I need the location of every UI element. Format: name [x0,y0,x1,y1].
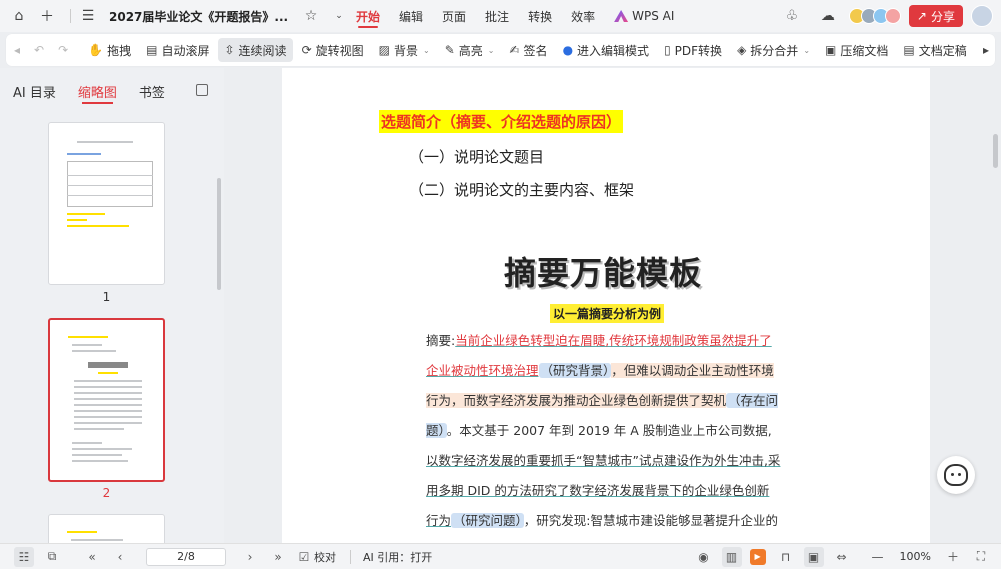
undo-icon[interactable]: ↶ [34,43,44,57]
cloud-icon[interactable]: ☁ [817,5,839,27]
pdf-convert-button[interactable]: ▯ PDF转换 [658,38,728,62]
actual-size-icon[interactable]: ▣ [803,546,824,567]
eye-icon[interactable]: ◉ [694,547,714,567]
first-page-icon[interactable]: « [82,547,102,567]
more-tools-button[interactable]: ▸ [981,38,991,62]
zoom-in-icon[interactable]: ＋ [943,547,963,567]
background-icon: ▨ [378,43,390,57]
ai-reference-toggle[interactable]: AI 引用：打开 [363,549,432,565]
share-button[interactable]: ↗ 分享 [908,5,963,27]
chevron-down-icon[interactable]: ⌄ [328,5,350,27]
edit-mode-icon: ● [562,43,574,57]
main-menu: 开始 编辑 页面 批注 转换 效率 WPS AI [356,0,693,32]
page-thumbnail-1[interactable] [48,122,165,285]
last-page-icon[interactable]: » [268,547,288,567]
tab-ai-toc[interactable]: AI 目录 [13,68,56,114]
rotate-icon: ⟳ [301,43,312,57]
split-merge-button[interactable]: ◈ 拆分合并 ⌄ [731,38,816,62]
abstract-paragraph: 摘要:当前企业绿色转型迫在眉睫,传统环境规制政策虽然提升了企业被动性环境治理 （研… [426,333,781,528]
page-number-input[interactable] [146,547,226,566]
star-icon[interactable]: ☆ [300,5,322,27]
tab-thumbnails[interactable]: 缩略图 [78,68,117,114]
auto-scroll-button[interactable]: ▤ 自动滚屏 [140,38,215,62]
compress-button[interactable]: ▣ 压缩文档 [819,38,894,62]
fullscreen-icon[interactable]: ⛶ [971,547,991,567]
share-icon: ↗ [916,9,927,23]
wps-ai-logo-icon [614,10,629,22]
menu-edit[interactable]: 编辑 [399,0,423,32]
menu-efficiency[interactable]: 效率 [571,0,595,32]
thumbnail-number: 2 [102,486,111,500]
section-title: 选题简介（摘要、介绍选题的原因） [379,110,624,133]
menu-wps-ai[interactable]: WPS AI [614,0,674,32]
thumbnail-number: 1 [102,290,111,304]
document-scrollbar[interactable] [993,134,998,168]
page-view-icon[interactable]: ▥ [721,546,742,567]
highlight-icon: ✎ [444,43,455,57]
sidebar: AI 目录 缩略图 书签 1 2 [0,68,224,554]
toolbar: ◂ ↶ ↷ ✋ 拖拽 ▤ 自动滚屏 ⇳ 连续阅读 ⟳ 旋转视图 ▨ 背景 ⌄ ✎ 高亮 ⌄ ✍ 签… [6,34,995,66]
redo-icon[interactable]: ↷ [58,43,68,57]
toc-panel-icon[interactable]: ☷ [14,546,34,567]
home-icon[interactable]: ⌂ [8,5,30,27]
chevron-down-icon: ⌄ [803,45,811,55]
compress-icon: ▣ [825,43,837,57]
new-tab-icon[interactable]: ＋ [36,5,58,27]
next-page-icon[interactable]: › [240,547,260,567]
back-icon[interactable]: ◂ [14,43,20,57]
menu-convert[interactable]: 转换 [528,0,552,32]
rotate-view-button[interactable]: ⟳ 旋转视图 [296,38,370,62]
fit-page-icon[interactable]: ⇔ [832,547,852,567]
annotation-panel-icon[interactable]: ⧉ [42,547,62,567]
zoom-level[interactable]: 100% [900,550,931,563]
sign-icon: ✍ [509,43,520,57]
user-avatar[interactable] [971,5,993,27]
play-icon[interactable]: ▶ [749,548,766,565]
sign-button[interactable]: ✍ 签名 [503,38,553,62]
document-page: 选题简介（摘要、介绍选题的原因） （一）说明论文题目 （二）说明论文的主要内容、… [282,68,930,543]
menu-annotate[interactable]: 批注 [485,0,509,32]
split-merge-icon: ◈ [737,43,747,57]
chevron-down-icon: ⌄ [487,45,495,55]
collaborators[interactable] [848,8,901,24]
sidebar-scrollbar[interactable] [217,178,221,290]
document-title[interactable]: 2027届毕业论文《开题报告》... [109,8,288,25]
status-bar: ☷ ⧉ « ‹ › » ☑ 校对 AI 引用：打开 ◉ ▥ ▶ ⊓ ▣ ⇔ — … [0,543,1001,569]
chevron-down-icon: ⌄ [423,45,430,55]
prev-page-icon[interactable]: ‹ [110,547,130,567]
menu-page[interactable]: 页面 [442,0,466,32]
avatar [884,8,901,24]
chevron-right-icon: ▸ [982,43,989,57]
highlight-button[interactable]: ✎ 高亮 ⌄ [439,38,501,62]
continuous-read-button[interactable]: ⇳ 连续阅读 [218,38,293,62]
background-button[interactable]: ▨ 背景 ⌄ [373,38,436,62]
fit-width-icon[interactable]: ⊓ [776,547,796,567]
image-subtitle: 以一篇摘要分析为例 [550,304,665,323]
collapse-sidebar-icon[interactable] [196,84,208,96]
assistant-mascot-icon[interactable] [937,456,975,494]
subheading: （二）说明论文的主要内容、框架 [409,181,635,199]
drag-button[interactable]: ✋ 拖拽 [82,38,137,62]
title-bar: ⌂ ＋ ☰ 2027届毕业论文《开题报告》... ☆ ⌄ 开始 编辑 页面 批注… [0,0,1001,32]
hand-icon: ✋ [88,43,104,57]
zoom-out-icon[interactable]: — [868,547,888,567]
auto-scroll-icon: ▤ [146,43,158,57]
proofread-button[interactable]: 校对 [314,549,336,565]
pdf-convert-icon: ▯ [664,43,671,57]
finalize-button[interactable]: ▤ 文档定稿 [897,38,972,62]
subheading: （一）说明论文题目 [409,148,545,166]
menu-start[interactable]: 开始 [356,0,380,32]
finalize-icon: ▤ [903,43,915,57]
document-area: 选题简介（摘要、介绍选题的原因） （一）说明论文题目 （二）说明论文的主要内容、… [224,68,1001,543]
image-title: 摘要万能模板 [504,254,703,292]
edit-mode-button[interactable]: ● 进入编辑模式 [557,38,656,62]
continuous-read-icon: ⇳ [224,43,235,57]
menu-icon[interactable]: ☰ [77,5,99,27]
page-thumbnail-2[interactable] [48,318,165,482]
tab-bookmarks[interactable]: 书签 [139,68,165,114]
skin-icon[interactable]: ♧ [781,5,803,27]
proofread-icon[interactable]: ☑ [294,547,314,567]
